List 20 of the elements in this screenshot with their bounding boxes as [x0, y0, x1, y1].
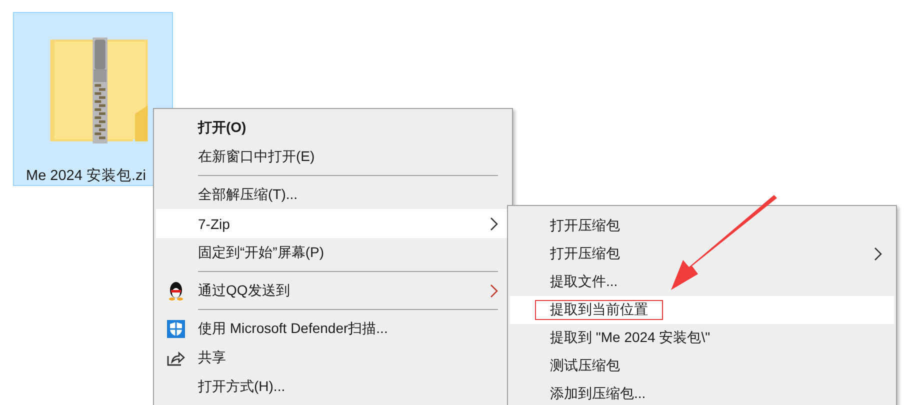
shield-icon — [166, 318, 186, 338]
chevron-right-icon — [874, 247, 882, 261]
chevron-right-icon — [490, 284, 498, 298]
file-name: Me 2024 安装包.zi — [26, 166, 146, 185]
menu-item[interactable]: 提取文件... — [510, 268, 894, 296]
menu-item[interactable]: 7-Zip — [156, 209, 510, 238]
menu-item[interactable]: 打开压缩包 — [510, 240, 894, 268]
menu-item[interactable]: 使用 Microsoft Defender扫描... — [156, 314, 510, 343]
menu-item[interactable]: 固定到“开始”屏幕(P) — [156, 238, 510, 267]
file-tile[interactable]: Me 2024 安装包.zi — [13, 12, 173, 186]
penguin-icon — [166, 280, 186, 300]
menu-item[interactable]: 共享 — [156, 343, 510, 372]
menu-item[interactable]: 添加到压缩包... — [510, 380, 894, 405]
menu-item[interactable]: 打开压缩包 — [510, 212, 894, 240]
menu-item[interactable]: 提取到 "Me 2024 安装包\" — [510, 324, 894, 352]
menu-item[interactable]: 通过QQ发送到 — [156, 276, 510, 305]
menu-item[interactable]: 测试压缩包 — [510, 352, 894, 380]
menu-item[interactable]: 提取到当前位置 — [510, 296, 894, 324]
chevron-right-icon — [490, 216, 498, 230]
menu-item[interactable]: 打开方式(H)... — [156, 372, 510, 401]
